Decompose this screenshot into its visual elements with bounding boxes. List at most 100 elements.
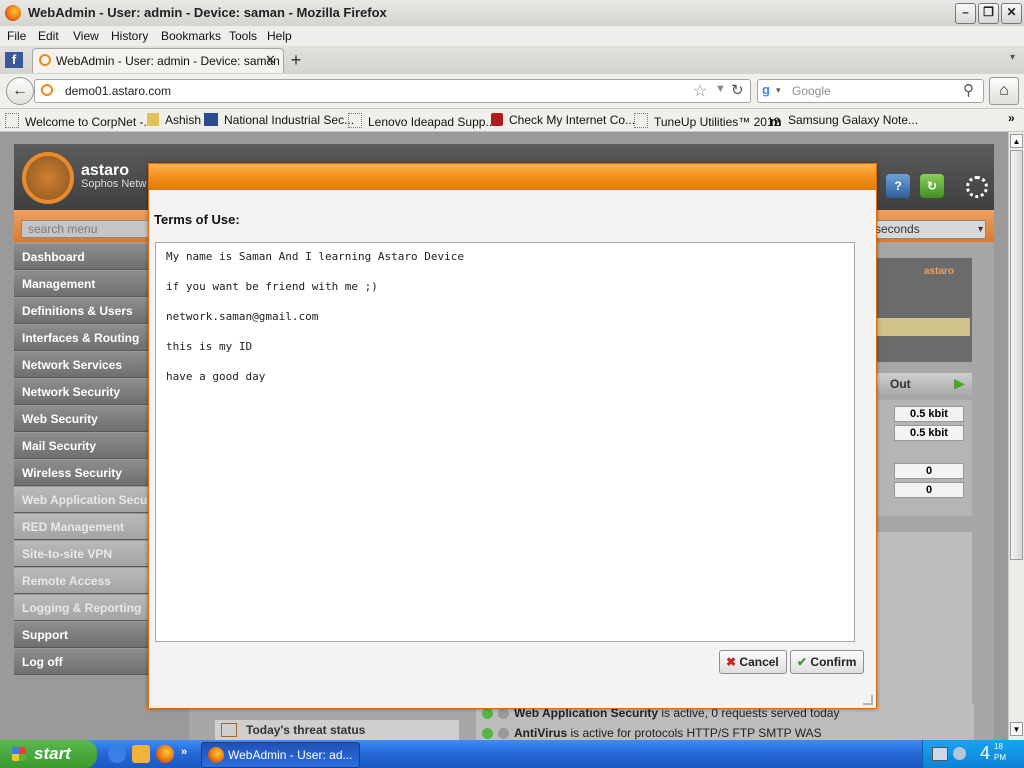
bookmark-tuneup[interactable]: TuneUp Utilities™ 2012: [634, 113, 780, 129]
confirm-button[interactable]: ✔ Confirm: [790, 650, 864, 674]
system-tray: 4 18 PM: [922, 740, 1024, 768]
astaro-logo-icon: [22, 152, 74, 204]
bookmark-lenovo[interactable]: Lenovo Ideapad Supp...: [348, 113, 495, 129]
out-header-label: Out: [890, 377, 911, 391]
facebook-pinned-tab[interactable]: f: [5, 52, 23, 68]
scroll-thumb[interactable]: [1010, 150, 1023, 560]
confirm-label: Confirm: [810, 655, 857, 669]
device-ports: [876, 318, 970, 336]
start-label: start: [34, 744, 71, 763]
resize-grip-icon[interactable]: [863, 695, 873, 705]
close-window-button[interactable]: ✕: [1001, 3, 1022, 24]
out-value: 0.5 kbit: [894, 406, 964, 422]
status-list: Web Application Security is active, 0 re…: [476, 704, 974, 740]
windows-logo-icon: [12, 747, 26, 761]
terms-line: network.saman@gmail.com: [166, 310, 319, 323]
bookmark-national-industrial[interactable]: National Industrial Sec...: [204, 113, 354, 127]
vertical-scrollbar[interactable]: ▲ ▼: [1008, 132, 1024, 740]
bookmark-ashish[interactable]: Ashish: [147, 113, 201, 127]
quicklaunch-overflow-icon[interactable]: »: [181, 746, 187, 758]
terms-line: My name is Saman And I learning Astaro D…: [166, 250, 465, 263]
out-value: 0.5 kbit: [894, 425, 964, 441]
refresh-icon[interactable]: ↻: [920, 174, 944, 198]
terms-line: this is my ID: [166, 340, 253, 353]
bookmark-corpnet[interactable]: Welcome to CorpNet -...: [5, 113, 153, 129]
bookmark-star-icon[interactable]: ☆: [693, 81, 707, 101]
close-tab-icon[interactable]: ✕: [265, 52, 276, 68]
search-box[interactable]: g ▾ Google ⚲: [757, 79, 984, 103]
ie-quicklaunch-icon[interactable]: [108, 745, 126, 763]
minimize-button[interactable]: –: [955, 3, 976, 24]
menu-history[interactable]: History: [111, 29, 148, 43]
terms-text-area[interactable]: My name is Saman And I learning Astaro D…: [155, 242, 855, 642]
title-bar: WebAdmin - User: admin - Device: saman -…: [0, 0, 1024, 27]
volume-tray-icon[interactable]: [953, 747, 966, 760]
tab-list-chevron-icon[interactable]: ▾: [1010, 52, 1015, 63]
out-value: 0: [894, 482, 964, 498]
menu-bar: File Edit View History Bookmarks Tools H…: [0, 26, 1024, 46]
calendar-icon: [221, 723, 237, 737]
menu-bookmarks[interactable]: Bookmarks: [161, 29, 221, 43]
tab-webadmin[interactable]: WebAdmin - User: admin - Device: saman ✕: [32, 48, 284, 73]
astaro-favicon-icon: [39, 54, 51, 66]
home-button[interactable]: ⌂: [989, 77, 1019, 105]
menu-help[interactable]: Help: [267, 29, 292, 43]
mcafee-icon: [491, 113, 503, 126]
new-tab-button[interactable]: +: [285, 50, 307, 70]
back-button[interactable]: ←: [6, 77, 34, 105]
url-text: demo01.astaro.com: [65, 84, 172, 98]
tab-label: WebAdmin - User: admin - Device: saman: [56, 54, 280, 68]
side-panel: [874, 532, 972, 712]
bookmark-samsung[interactable]: m Samsung Galaxy Note...: [770, 113, 918, 128]
play-arrow-icon[interactable]: ▶: [954, 375, 965, 392]
status-ok-icon: [482, 728, 493, 739]
search-icon[interactable]: ⚲: [963, 81, 974, 99]
dialog-header[interactable]: [149, 164, 876, 190]
status-line: AntiVirus is active for protocols HTTP/S…: [514, 726, 822, 740]
page-icon: [634, 113, 648, 128]
dialog-title: Terms of Use:: [154, 212, 240, 227]
cancel-button[interactable]: ✖ Cancel: [719, 650, 787, 674]
status-ok-icon: [482, 708, 493, 719]
scroll-down-icon[interactable]: ▼: [1010, 722, 1023, 736]
site-identity-icon[interactable]: [41, 84, 53, 96]
fas-icon: [204, 113, 218, 126]
bookmarks-overflow-icon[interactable]: »: [1008, 111, 1015, 125]
history-dropdown-icon[interactable]: ▼: [715, 83, 726, 95]
chrome-quicklaunch-icon[interactable]: [132, 745, 150, 763]
page-icon: [348, 113, 362, 128]
menu-file[interactable]: File: [7, 29, 26, 43]
window-title: WebAdmin - User: admin - Device: saman -…: [28, 5, 387, 20]
m-icon: m: [770, 114, 782, 129]
out-header: Out ▶: [874, 373, 972, 395]
task-label: WebAdmin - User: ad...: [228, 748, 353, 762]
bookmark-check-internet[interactable]: Check My Internet Co...: [491, 113, 635, 127]
clock-ampm: PM: [994, 753, 1006, 762]
cancel-label: Cancel: [739, 655, 779, 669]
terms-line: if you want be friend with me ;): [166, 280, 378, 293]
bookmarks-toolbar: Welcome to CorpNet -... Ashish National …: [0, 109, 1024, 132]
network-tray-icon[interactable]: [932, 747, 948, 761]
start-button[interactable]: start: [0, 740, 97, 768]
menu-view[interactable]: View: [73, 29, 99, 43]
firefox-quicklaunch-icon[interactable]: [156, 745, 174, 763]
activity-spinner-icon: [966, 176, 988, 198]
url-bar[interactable]: demo01.astaro.com ☆ ▼ ↻: [34, 79, 751, 103]
google-engine-icon[interactable]: g: [762, 82, 770, 97]
refresh-interval-select[interactable]: seconds ▾: [874, 220, 986, 239]
status-off-icon: [498, 728, 509, 739]
logo-subtext: Sophos Netw: [81, 178, 147, 190]
scroll-up-icon[interactable]: ▲: [1010, 134, 1023, 148]
reload-icon[interactable]: ↻: [731, 81, 744, 99]
chevron-down-icon: ▾: [977, 224, 983, 235]
engine-dropdown-icon[interactable]: ▾: [776, 85, 781, 96]
firefox-icon: [5, 5, 21, 21]
page-icon: [5, 113, 19, 128]
maximize-button[interactable]: ❐: [978, 3, 999, 24]
help-icon[interactable]: ?: [886, 174, 910, 198]
taskbar-task-webadmin[interactable]: WebAdmin - User: ad...: [201, 742, 360, 768]
device-brand: astaro: [924, 266, 955, 277]
navigation-bar: ← demo01.astaro.com ☆ ▼ ↻ g ▾ Google ⚲ ⌂: [0, 74, 1024, 109]
menu-tools[interactable]: Tools: [229, 29, 257, 43]
menu-edit[interactable]: Edit: [38, 29, 59, 43]
